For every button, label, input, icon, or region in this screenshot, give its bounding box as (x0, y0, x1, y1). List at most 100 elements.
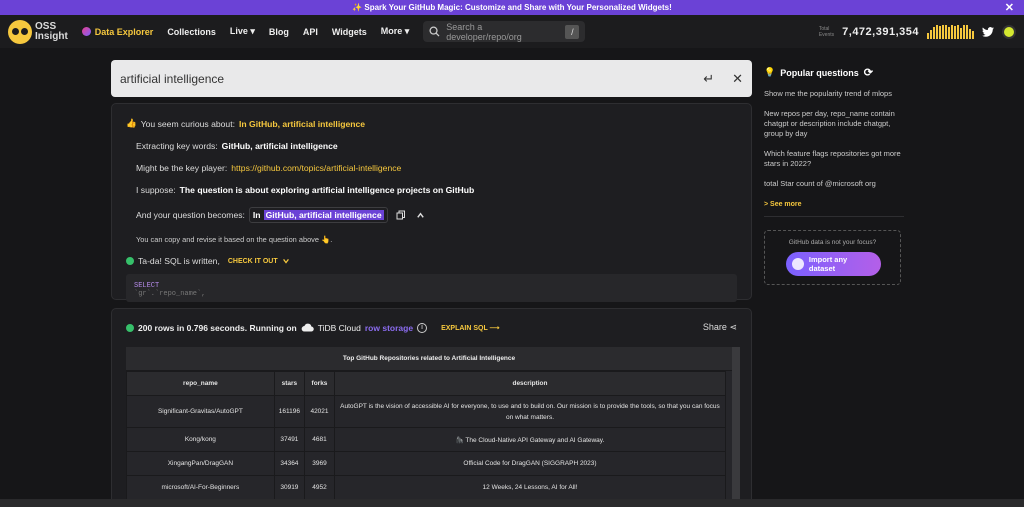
popular-questions-sidebar: 💡 Popular questions ⟳ Show me the popula… (764, 60, 904, 217)
lightbulb-icon: 💡 (764, 67, 776, 77)
question-input[interactable]: artificial intelligence ↵ ✕ (111, 60, 752, 97)
becomes-label: And your question becomes: (136, 210, 245, 220)
horizontal-scrollbar[interactable] (0, 499, 1024, 507)
info-icon[interactable]: i (417, 322, 428, 333)
search-shortcut-key: / (565, 24, 580, 39)
total-events-label: Total Events (818, 25, 835, 38)
nav-widgets[interactable]: Widgets (332, 27, 367, 37)
keywords-value: GitHub, artificial intelligence (221, 141, 338, 151)
popular-question-item[interactable]: New repos per day, repo_name contain cha… (764, 109, 904, 139)
cell-stars: 34364 (273, 451, 306, 476)
popular-question-item[interactable]: total Star count of @microsoft org (764, 179, 904, 189)
logo-text-line1: OSS (35, 20, 57, 32)
question-input-value[interactable]: artificial intelligence (120, 72, 224, 86)
nav-search-placeholder: Search a developer/repo/org (446, 21, 522, 42)
cell-stars: 37491 (273, 427, 306, 452)
cell-description: 🦍 The Cloud-Native API Gateway and AI Ga… (333, 427, 727, 452)
chevron-up-icon[interactable] (416, 211, 425, 220)
table-title: Top GitHub Repositories related to Artif… (126, 347, 732, 371)
cell-forks: 42021 (304, 395, 335, 428)
import-icon (792, 258, 804, 270)
sql-line-2: `gr`.`repo_name`, (134, 290, 206, 298)
sql-line-1: SELECT (134, 282, 160, 290)
keywords-label: Extracting key words: (136, 141, 218, 151)
logo-icon (8, 19, 32, 44)
search-icon (429, 26, 440, 37)
result-table: Top GitHub Repositories related to Artif… (126, 347, 740, 507)
events-sparkline-icon (927, 24, 974, 39)
column-header-repo-name[interactable]: repo_name (126, 371, 275, 396)
result-panel: 200 rows in 0.796 seconds. Running on Ti… (111, 308, 752, 507)
key-player-link[interactable]: https://github.com/topics/artificial-int… (231, 163, 401, 173)
table-row: Significant-Gravitas/AutoGPT 161196 4202… (126, 395, 727, 428)
chevron-down-icon[interactable] (282, 257, 290, 265)
row-storage-link[interactable]: row storage (365, 323, 413, 333)
thumbs-up-icon: 👍 (126, 118, 137, 128)
cell-forks: 4681 (304, 427, 335, 452)
table-row: Kong/kong 37491 4681 🦍 The Cloud-Native … (126, 427, 727, 452)
cell-repo-name: XingangPan/DragGAN (126, 451, 275, 476)
close-icon[interactable]: ✕ (1005, 1, 1014, 14)
cell-description: 12 Weeks, 24 Lessons, AI for All! (333, 475, 727, 500)
explain-sql-button[interactable]: EXPLAIN SQL ⟶ (441, 324, 500, 332)
copy-hint: You can copy and revise it based on the … (136, 235, 333, 244)
engine-name: TiDB Cloud (317, 322, 361, 333)
cell-stars: 161196 (273, 395, 306, 428)
table-row: XingangPan/DragGAN 34364 3969 Official C… (126, 451, 727, 476)
suppose-label: I suppose: (136, 185, 176, 195)
divider (764, 216, 904, 217)
logo[interactable]: OSS Insight (8, 19, 68, 44)
see-more-link[interactable]: > See more (764, 201, 904, 208)
cell-repo-name: microsoft/AI-For-Beginners (126, 475, 275, 500)
data-explorer-icon (81, 27, 91, 36)
promo-banner-text[interactable]: ✨ Spark Your GitHub Magic: Customize and… (352, 3, 672, 12)
logo-text-line2: Insight (35, 30, 68, 42)
clear-icon[interactable]: ✕ (732, 71, 743, 87)
import-dataset-box: GitHub data is not your focus? Import an… (764, 230, 901, 285)
curious-label: You seem curious about: (140, 118, 235, 129)
column-header-stars[interactable]: stars (273, 371, 306, 396)
curious-value: In GitHub, artificial intelligence (238, 118, 366, 129)
column-header-forks[interactable]: forks (304, 371, 335, 396)
sql-written-label: Ta-da! SQL is written, (138, 256, 220, 266)
nav-data-explorer[interactable]: Data Explorer (81, 27, 153, 37)
sql-preview[interactable]: SELECT `gr`.`repo_name`, (126, 274, 737, 302)
promo-banner[interactable]: ✨ Spark Your GitHub Magic: Customize and… (0, 0, 1024, 15)
table-row: microsoft/AI-For-Beginners 30919 4952 12… (126, 475, 727, 500)
cell-repo-name: Significant-Gravitas/AutoGPT (126, 395, 275, 428)
sidebar-title: Popular questions (780, 67, 859, 78)
check-icon (126, 257, 134, 265)
refresh-icon[interactable]: ⟳ (864, 66, 873, 79)
check-icon (126, 323, 134, 332)
column-header-description[interactable]: description (333, 371, 727, 396)
import-dataset-button[interactable]: Import any dataset (786, 252, 881, 276)
cell-forks: 3969 (304, 451, 335, 476)
nav-collections[interactable]: Collections (167, 27, 216, 37)
check-it-out-button[interactable]: CHECK IT OUT (228, 258, 278, 265)
table-scrollbar[interactable] (732, 347, 740, 507)
import-hint: GitHub data is not your focus? (788, 239, 877, 246)
nav-blog[interactable]: Blog (269, 27, 289, 37)
cell-forks: 4952 (304, 475, 335, 500)
popular-question-item[interactable]: Which feature flags repositories got mor… (764, 149, 904, 169)
analysis-panel: 👍 You seem curious about: In GitHub, art… (111, 103, 752, 302)
github-avatar-icon[interactable] (1002, 24, 1016, 39)
twitter-icon[interactable] (982, 26, 994, 37)
share-button[interactable]: Share ⋖ (703, 322, 737, 333)
nav-more[interactable]: More ▾ (381, 26, 410, 37)
cell-repo-name: Kong/kong (126, 427, 275, 452)
nav-live[interactable]: Live ▾ (230, 26, 255, 37)
nav-api[interactable]: API (303, 27, 318, 37)
enter-icon[interactable]: ↵ (703, 71, 714, 87)
nav-search-input[interactable]: Search a developer/repo/org / (423, 21, 586, 42)
cell-stars: 30919 (273, 475, 306, 500)
cell-description: Official Code for DragGAN (SIGGRAPH 2023… (333, 451, 727, 476)
cell-description: AutoGPT is the vision of accessible AI f… (333, 395, 727, 428)
share-icon: ⋖ (729, 322, 737, 332)
popular-question-item[interactable]: Show me the popularity trend of mlops (764, 89, 904, 99)
top-nav: OSS Insight Data Explorer Collections Li… (0, 15, 1024, 48)
cloud-icon (301, 323, 314, 332)
rewritten-question[interactable]: In GitHub, artificial intelligence (248, 207, 388, 223)
suppose-value: The question is about exploring artifici… (179, 185, 475, 195)
copy-icon[interactable] (396, 210, 406, 220)
